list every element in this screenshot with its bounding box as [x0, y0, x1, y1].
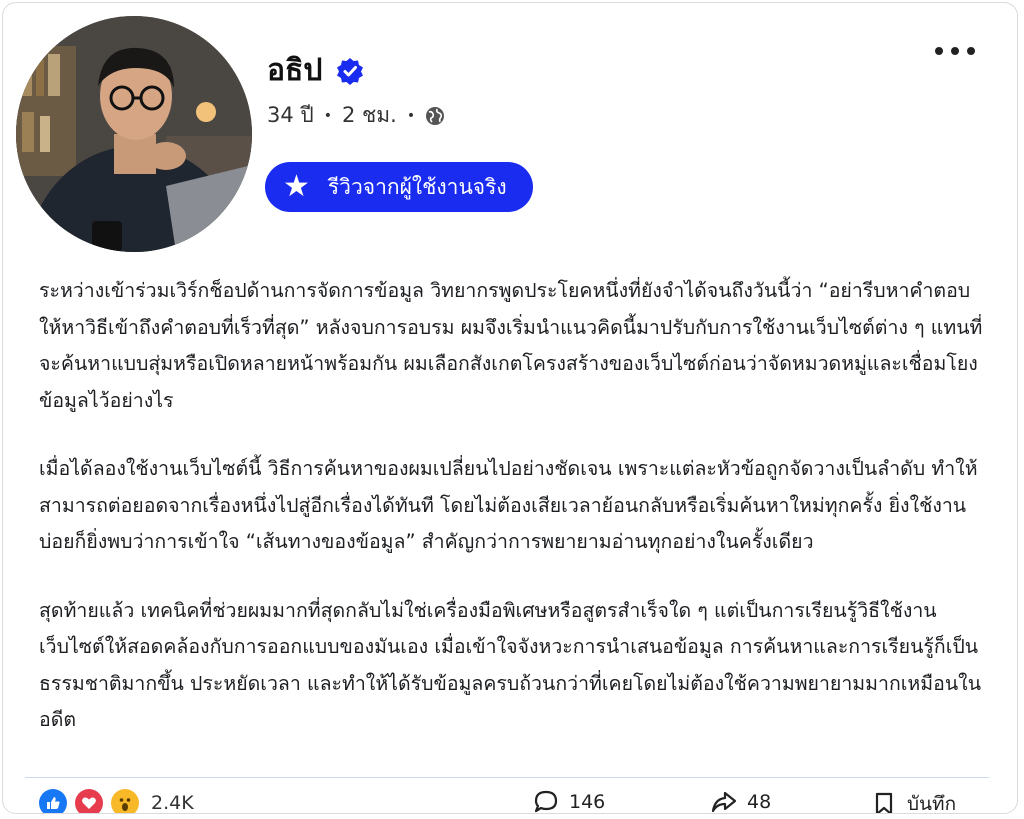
- more-dot: [935, 47, 943, 55]
- globe-icon[interactable]: [425, 106, 445, 126]
- love-icon: [75, 789, 103, 813]
- meta-separator: •: [323, 107, 332, 124]
- verified-icon: [337, 57, 364, 85]
- meta-separator: •: [406, 107, 416, 124]
- post-time[interactable]: 2 ชม.: [342, 99, 397, 132]
- comment-count: 146: [569, 791, 606, 813]
- post-card: อธิป 34 ปี • 2 ชม. • ★ รีวิวจากผู้ใช้งาน…: [2, 2, 1018, 814]
- like-icon: [39, 789, 67, 813]
- share-icon: [711, 791, 737, 813]
- share-count: 48: [747, 791, 772, 813]
- author-name[interactable]: อธิป: [267, 47, 322, 94]
- save-button[interactable]: บันทึก: [871, 789, 957, 814]
- post-footer: 2.4K 146 48 บันทึก: [3, 787, 1017, 814]
- share-button[interactable]: 48: [711, 789, 772, 813]
- comment-icon: [534, 790, 558, 813]
- review-badge-label: รีวิวจากผู้ใช้งานจริง: [327, 174, 507, 199]
- footer-divider: [25, 777, 989, 778]
- avatar-photo: [16, 16, 252, 252]
- avatar[interactable]: [16, 16, 252, 252]
- more-dot: [951, 47, 959, 55]
- author-row: อธิป: [267, 47, 364, 94]
- save-label: บันทึก: [907, 793, 957, 814]
- bookmark-icon: [875, 792, 893, 813]
- reactions-summary[interactable]: 2.4K: [39, 789, 194, 814]
- more-dot: [967, 47, 975, 55]
- post-paragraph: เมื่อได้ลองใช้งานเว็บไซต์นี้ วิธีการค้นห…: [39, 457, 978, 553]
- comment-button[interactable]: 146: [533, 789, 606, 813]
- reaction-count: 2.4K: [151, 792, 194, 814]
- review-badge: ★ รีวิวจากผู้ใช้งานจริง: [265, 162, 533, 212]
- post-body: ระหว่างเข้าร่วมเวิร์กช็อปด้านการจัดการข้…: [39, 273, 999, 771]
- more-options-icon[interactable]: [935, 39, 975, 63]
- post-paragraph: สุดท้ายแล้ว เทคนิคที่ช่วยผมมากที่สุดกลับ…: [39, 598, 982, 732]
- post-meta: 34 ปี • 2 ชม. •: [267, 99, 445, 132]
- star-icon: ★: [283, 169, 310, 204]
- wow-icon: [111, 789, 139, 813]
- post-paragraph: ระหว่างเข้าร่วมเวิร์กช็อปด้านการจัดการข้…: [39, 279, 983, 412]
- author-age: 34 ปี: [267, 103, 314, 127]
